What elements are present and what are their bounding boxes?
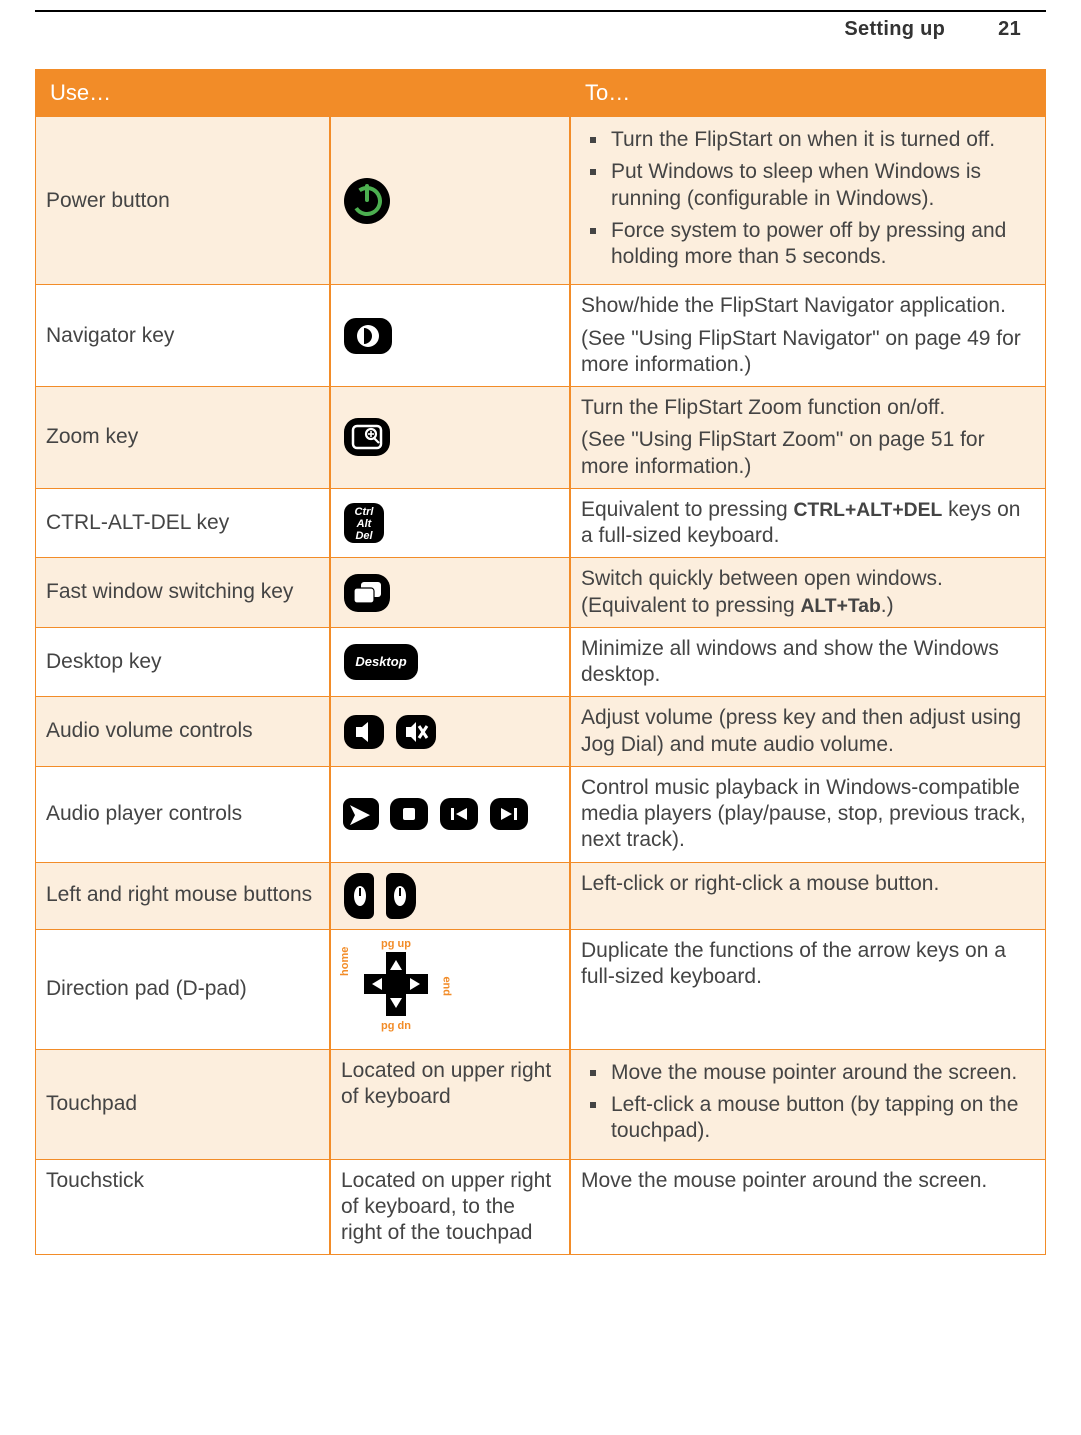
row-desc: Move the mouse pointer around the screen… bbox=[570, 1160, 1046, 1256]
row-label: Navigator key bbox=[35, 285, 330, 387]
row-desc: Minimize all windows and show the Window… bbox=[570, 628, 1046, 698]
row-location: Located on upper right of keyboard bbox=[330, 1050, 570, 1160]
row-label: Zoom key bbox=[35, 387, 330, 489]
row-label: CTRL-ALT-DEL key bbox=[35, 489, 330, 559]
col-header-to: To… bbox=[570, 69, 1046, 117]
dpad-icon: pg up pg dn home end bbox=[341, 938, 451, 1034]
navigator-icon bbox=[344, 318, 392, 354]
row-desc: Control music playback in Windows-compat… bbox=[570, 767, 1046, 863]
table-row: Touchstick Located on upper right of key… bbox=[35, 1160, 1046, 1256]
volume-icon bbox=[344, 715, 384, 749]
row-label: Audio player controls bbox=[35, 767, 330, 863]
table-row: Fast window switching key Switch quickly… bbox=[35, 558, 1046, 628]
power-icon bbox=[344, 178, 390, 224]
table-row: Desktop key Desktop Minimize all windows… bbox=[35, 628, 1046, 698]
row-label: Desktop key bbox=[35, 628, 330, 698]
table-row: Left and right mouse buttons bbox=[35, 863, 1046, 930]
row-label: Touchpad bbox=[35, 1050, 330, 1160]
row-desc: Show/hide the FlipStart Navigator applic… bbox=[570, 285, 1046, 387]
mute-icon bbox=[396, 715, 436, 749]
col-header-use: Use… bbox=[35, 69, 570, 117]
table-row: Navigator key Show/hide the FlipStart Na… bbox=[35, 285, 1046, 387]
page-number: 21 bbox=[951, 18, 1021, 41]
row-desc: Adjust volume (press key and then adjust… bbox=[570, 697, 1046, 767]
row-desc: Equivalent to pressing CTRL+ALT+DEL keys… bbox=[570, 489, 1046, 559]
row-desc: Switch quickly between open windows. (Eq… bbox=[570, 558, 1046, 628]
table-row: CTRL-ALT-DEL key Ctrl Alt Del Equivalent… bbox=[35, 489, 1046, 559]
section-title: Setting up bbox=[844, 18, 945, 40]
row-desc: Duplicate the functions of the arrow key… bbox=[570, 930, 1046, 1050]
running-head: Setting up 21 bbox=[35, 18, 1046, 41]
next-track-icon bbox=[490, 798, 528, 830]
row-label: Fast window switching key bbox=[35, 558, 330, 628]
zoom-icon bbox=[344, 418, 390, 456]
table-row: Direction pad (D-pad) pg up pg dn home e… bbox=[35, 930, 1046, 1050]
play-pause-icon bbox=[343, 798, 379, 830]
row-desc: Turn the FlipStart on when it is turned … bbox=[570, 117, 1046, 285]
ctrl-alt-del-icon: Ctrl Alt Del bbox=[344, 503, 384, 543]
table-row: Zoom key Turn the FlipStart Zoom functio bbox=[35, 387, 1046, 489]
row-desc: Left-click or right-click a mouse button… bbox=[570, 863, 1046, 930]
row-location: Located on upper right of keyboard, to t… bbox=[330, 1160, 570, 1256]
row-label: Touchstick bbox=[35, 1160, 330, 1256]
row-desc: Move the mouse pointer around the screen… bbox=[570, 1050, 1046, 1160]
row-desc: Turn the FlipStart Zoom function on/off.… bbox=[570, 387, 1046, 489]
stop-icon bbox=[390, 798, 428, 830]
window-switch-icon bbox=[344, 574, 390, 612]
row-label: Left and right mouse buttons bbox=[35, 863, 330, 930]
reference-table: Use… To… Power button Tu bbox=[35, 69, 1046, 1255]
table-row: Audio player controls bbox=[35, 767, 1046, 863]
table-row: Power button Turn the FlipStart on when … bbox=[35, 117, 1046, 285]
table-row: Audio volume controls bbox=[35, 697, 1046, 767]
row-label: Direction pad (D-pad) bbox=[35, 930, 330, 1050]
row-label: Power button bbox=[35, 117, 330, 285]
left-mouse-icon bbox=[344, 873, 374, 919]
prev-track-icon bbox=[440, 798, 478, 830]
row-label: Audio volume controls bbox=[35, 697, 330, 767]
right-mouse-icon bbox=[386, 873, 416, 919]
desktop-icon: Desktop bbox=[344, 644, 418, 680]
table-row: Touchpad Located on upper right of keybo… bbox=[35, 1050, 1046, 1160]
